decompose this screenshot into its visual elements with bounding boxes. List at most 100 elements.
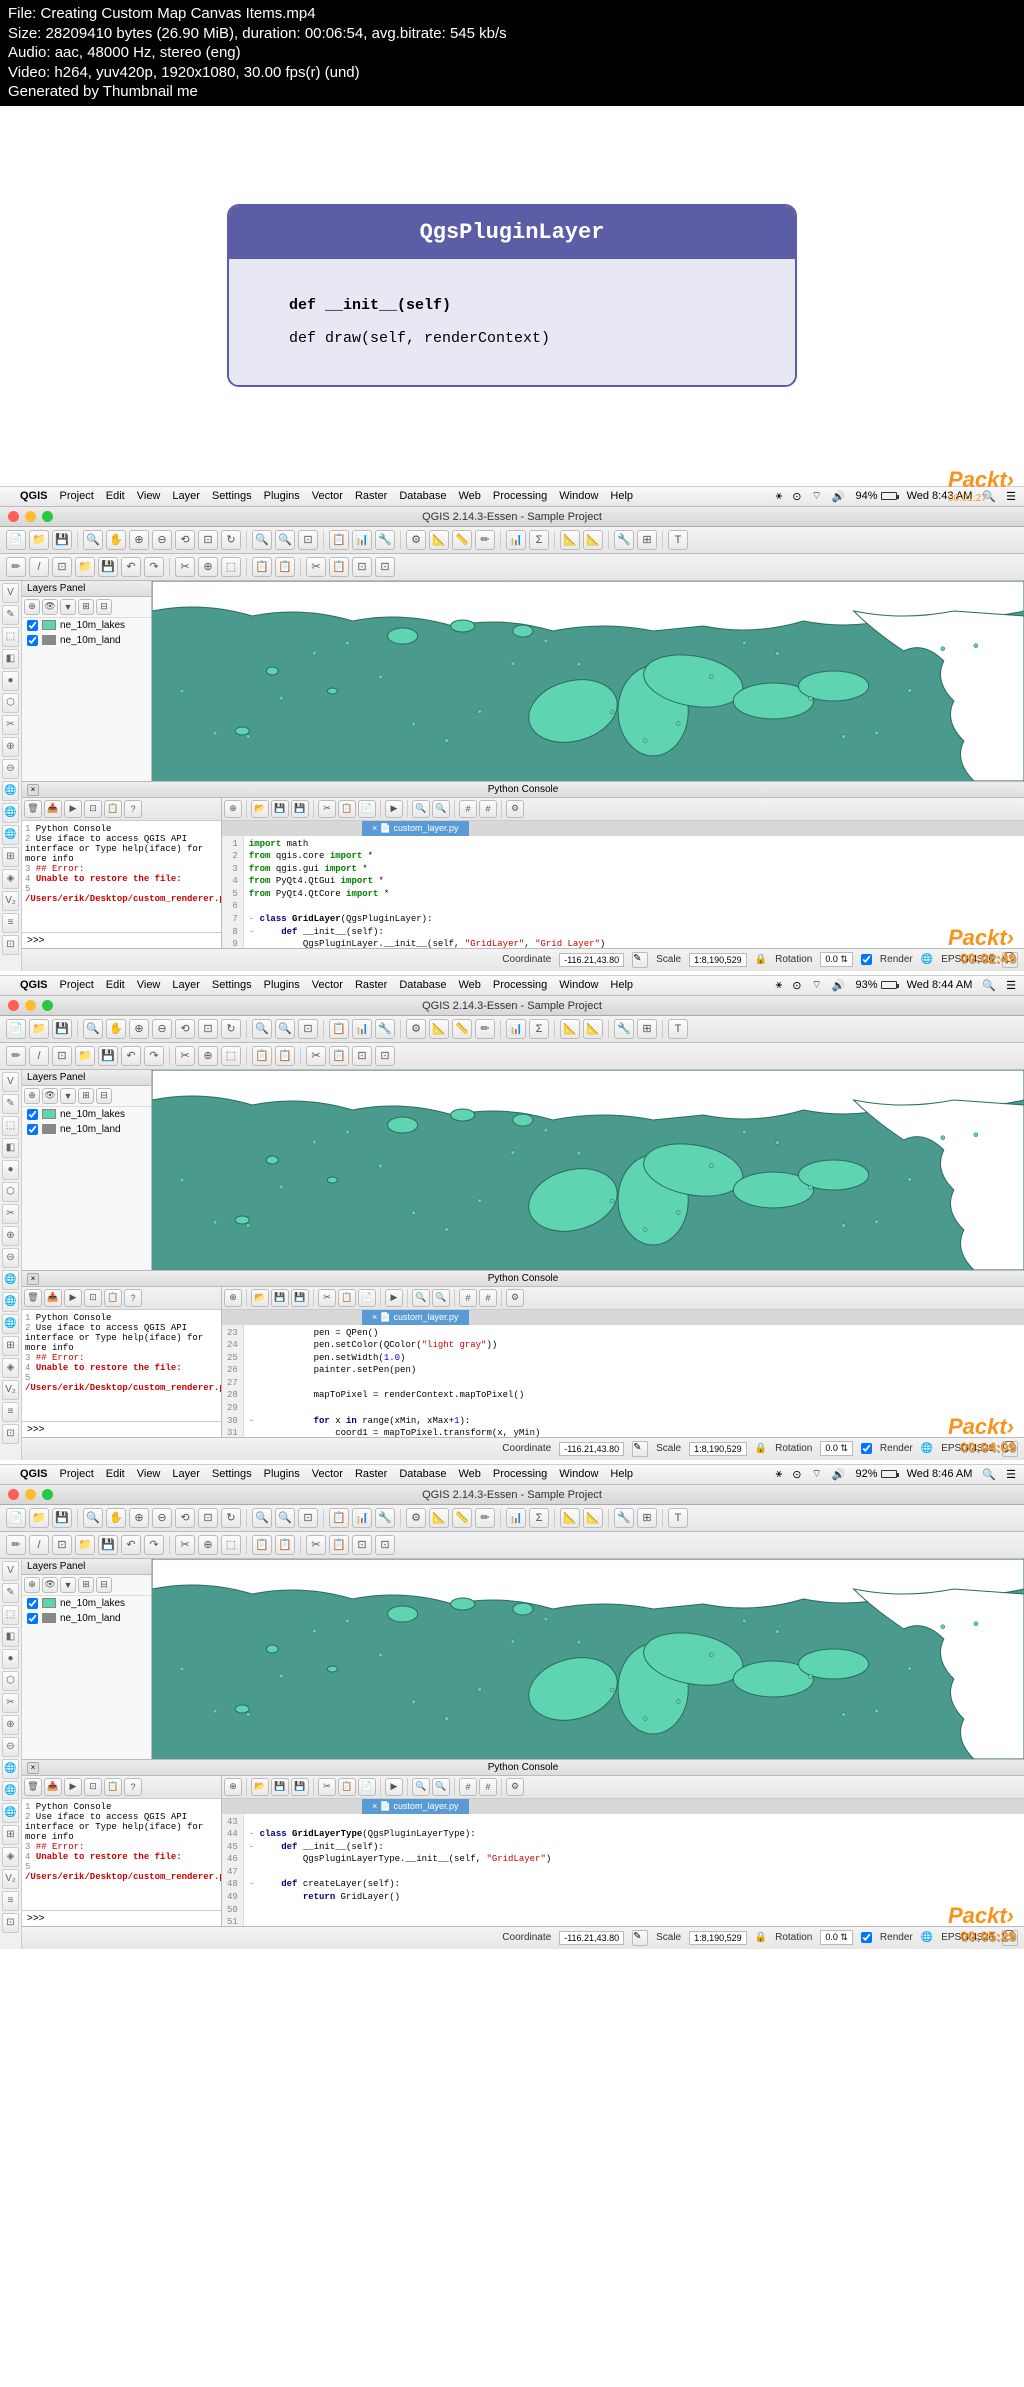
menu-window[interactable]: Window: [559, 1468, 598, 1480]
toolbar-button[interactable]: ⚙: [406, 530, 426, 550]
toolbar-button[interactable]: ⊖: [152, 1508, 172, 1528]
toolbar-button[interactable]: 💾: [98, 557, 118, 577]
toolbar-button[interactable]: ↶: [121, 557, 141, 577]
toolbar-button[interactable]: ⊡: [198, 530, 218, 550]
toolbar-button[interactable]: T: [668, 1508, 688, 1528]
toolbar-button[interactable]: #: [479, 1778, 497, 1796]
toolbar-button[interactable]: 📁: [75, 1535, 95, 1555]
toolbar-button[interactable]: ✏: [6, 557, 26, 577]
toolbar-button[interactable]: 💾: [52, 1019, 72, 1039]
layer-checkbox[interactable]: [27, 635, 38, 646]
toolbar-button[interactable]: T: [668, 530, 688, 550]
toolbar-button[interactable]: 📐: [560, 1508, 580, 1528]
toolbar-button[interactable]: 💾: [98, 1046, 118, 1066]
sidebar-tool-button[interactable]: 🌐: [2, 1270, 19, 1290]
toolbar-button[interactable]: 📊: [506, 1019, 526, 1039]
menu-database[interactable]: Database: [399, 1468, 446, 1480]
battery-indicator[interactable]: 94%: [856, 490, 897, 502]
toolbar-button[interactable]: ?: [124, 1778, 142, 1796]
spotlight-icon[interactable]: 🔍: [982, 1468, 996, 1481]
sidebar-tool-button[interactable]: ⊞: [2, 847, 19, 867]
menu-plugins[interactable]: Plugins: [264, 979, 300, 991]
code-text[interactable]: - class GridLayerType(QgsPluginLayerType…: [244, 1814, 556, 1926]
toolbar-button[interactable]: 📋: [329, 530, 349, 550]
toolbar-button[interactable]: /: [29, 1046, 49, 1066]
volume-icon[interactable]: 🔊: [832, 979, 846, 992]
toolbar-button[interactable]: ⊕: [129, 1508, 149, 1528]
battery-indicator[interactable]: 93%: [856, 979, 897, 991]
sidebar-tool-button[interactable]: 🌐: [2, 803, 19, 823]
layer-item[interactable]: ne_10m_land: [22, 633, 151, 648]
menu-raster[interactable]: Raster: [355, 979, 387, 991]
toolbar-button[interactable]: ✏: [6, 1535, 26, 1555]
sidebar-tool-button[interactable]: ⊖: [2, 1737, 19, 1757]
toolbar-button[interactable]: 📐: [429, 530, 449, 550]
sidebar-tool-button[interactable]: ⬡: [2, 1182, 19, 1202]
toolbar-button[interactable]: ⬚: [221, 1535, 241, 1555]
sidebar-tool-button[interactable]: ◧: [2, 1627, 19, 1647]
toolbar-button[interactable]: ✏: [6, 1046, 26, 1066]
toolbar-button[interactable]: 💾: [291, 1289, 309, 1307]
toolbar-button[interactable]: ⊞: [78, 1577, 94, 1593]
toolbar-button[interactable]: 📐: [583, 1508, 603, 1528]
menu-layer[interactable]: Layer: [172, 1468, 200, 1480]
toolbar-button[interactable]: 📂: [251, 1289, 269, 1307]
toolbar-button[interactable]: ⊕: [129, 530, 149, 550]
menu-view[interactable]: View: [137, 1468, 161, 1480]
sidebar-tool-button[interactable]: V₂: [2, 1380, 19, 1400]
toolbar-button[interactable]: ⊡: [52, 557, 72, 577]
toolbar-button[interactable]: 📏: [452, 1508, 472, 1528]
toolbar-button[interactable]: ✂: [306, 557, 326, 577]
toolbar-button[interactable]: ⟲: [175, 530, 195, 550]
lock-icon[interactable]: 🔒: [755, 1932, 767, 1943]
toolbar-button[interactable]: 📐: [429, 1508, 449, 1528]
wifi-icon[interactable]: ⌔: [812, 978, 822, 992]
toolbar-button[interactable]: ?: [124, 800, 142, 818]
crs-icon[interactable]: 🌐: [921, 954, 933, 965]
menu-settings[interactable]: Settings: [212, 490, 252, 502]
menu-processing[interactable]: Processing: [493, 490, 547, 502]
toolbar-button[interactable]: ▼: [60, 1088, 76, 1104]
toolbar-button[interactable]: 🔍: [432, 1289, 450, 1307]
toolbar-button[interactable]: 📄: [358, 1289, 376, 1307]
maximize-button[interactable]: [42, 511, 53, 522]
toolbar-button[interactable]: ⊕: [224, 1289, 242, 1307]
maximize-button[interactable]: [42, 1000, 53, 1011]
toolbar-button[interactable]: 💾: [291, 1778, 309, 1796]
toolbar-button[interactable]: ⚙: [406, 1508, 426, 1528]
toolbar-button[interactable]: ⊕: [24, 1088, 40, 1104]
sidebar-tool-button[interactable]: ⊖: [2, 759, 19, 779]
menu-qgis[interactable]: QGIS: [20, 979, 48, 991]
toolbar-button[interactable]: 📊: [352, 530, 372, 550]
toolbar-button[interactable]: #: [479, 1289, 497, 1307]
menu-layer[interactable]: Layer: [172, 979, 200, 991]
sidebar-tool-button[interactable]: ◈: [2, 1847, 19, 1867]
render-checkbox[interactable]: [861, 954, 872, 965]
toolbar-button[interactable]: ✂: [318, 1289, 336, 1307]
toolbar-button[interactable]: 📊: [352, 1508, 372, 1528]
menu-web[interactable]: Web: [458, 490, 480, 502]
toolbar-button[interactable]: ⟲: [175, 1508, 195, 1528]
toolbar-button[interactable]: 💾: [291, 800, 309, 818]
menu-vector[interactable]: Vector: [312, 490, 343, 502]
console-input[interactable]: >>>: [22, 1421, 221, 1437]
toolbar-button[interactable]: 📁: [29, 1019, 49, 1039]
sidebar-tool-button[interactable]: ◧: [2, 1138, 19, 1158]
toolbar-button[interactable]: 🔧: [614, 530, 634, 550]
toolbar-button[interactable]: ⊟: [96, 1577, 112, 1593]
layer-checkbox[interactable]: [27, 1124, 38, 1135]
toolbar-button[interactable]: ⊡: [298, 1019, 318, 1039]
toolbar-button[interactable]: #: [479, 800, 497, 818]
toolbar-button[interactable]: ?: [124, 1289, 142, 1307]
toolbar-button[interactable]: 🔧: [375, 530, 395, 550]
layer-checkbox[interactable]: [27, 1598, 38, 1609]
toolbar-button[interactable]: ⊡: [298, 1508, 318, 1528]
sidebar-tool-button[interactable]: 🌐: [2, 1781, 19, 1801]
toolbar-button[interactable]: 📄: [6, 530, 26, 550]
sidebar-tool-button[interactable]: ◧: [2, 649, 19, 669]
toolbar-button[interactable]: ↶: [121, 1535, 141, 1555]
minimize-button[interactable]: [25, 1489, 36, 1500]
toolbar-button[interactable]: /: [29, 1535, 49, 1555]
menu-web[interactable]: Web: [458, 1468, 480, 1480]
coord-button[interactable]: ✎: [632, 1441, 648, 1457]
